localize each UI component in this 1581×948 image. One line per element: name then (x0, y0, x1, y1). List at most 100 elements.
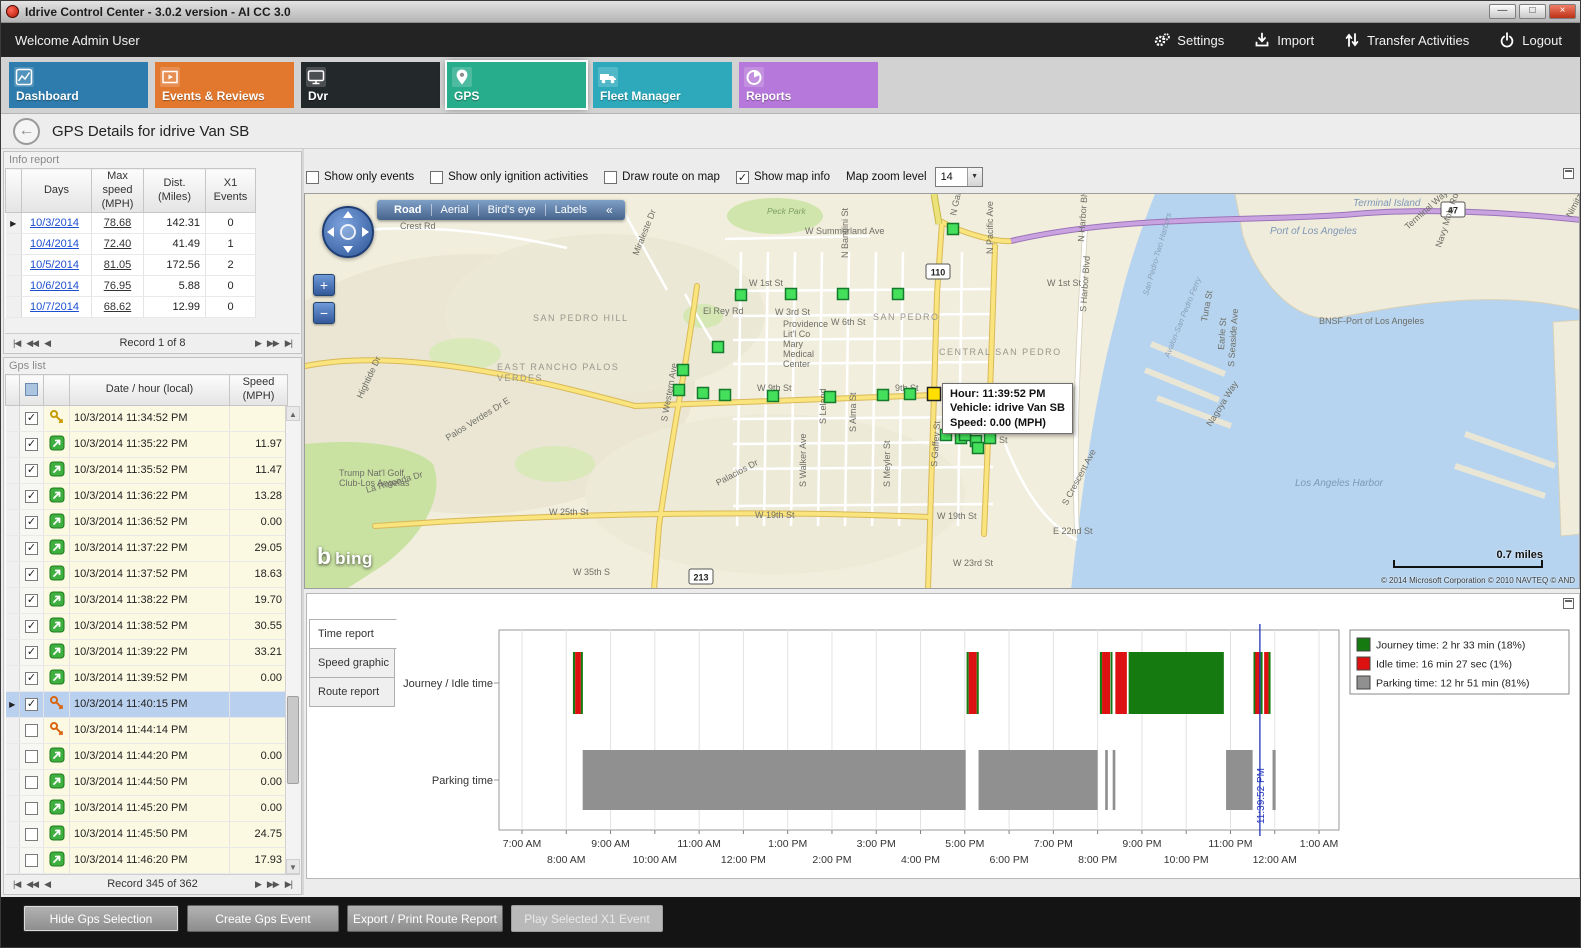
list-item[interactable]: ✓10/3/2014 11:35:22 PM11.97 (6, 431, 288, 457)
map-zoom-in-button[interactable]: + (313, 274, 335, 296)
row-checkbox[interactable] (25, 724, 38, 737)
dropdown-arrow-icon[interactable]: ▼ (967, 168, 982, 186)
action-logout[interactable]: Logout (1499, 32, 1562, 48)
map-zoom-out-button[interactable]: − (313, 302, 335, 324)
list-item[interactable]: ✓10/3/2014 11:39:22 PM33.21 (6, 639, 288, 665)
table-row[interactable]: 10/6/201476.955.880 (6, 276, 256, 297)
table-row[interactable]: 10/7/201468.6212.990 (6, 297, 256, 318)
gps-marker[interactable] (838, 289, 849, 300)
row-checkbox[interactable]: ✓ (25, 464, 38, 477)
compass-center[interactable] (340, 224, 356, 240)
fast-prev-button[interactable]: ◀◀ (26, 879, 38, 889)
nav-tab-events-reviews[interactable]: Events & Reviews (155, 62, 294, 108)
prev-page-button[interactable]: ◀ (44, 879, 50, 889)
nav-tab-dvr[interactable]: Dvr (301, 62, 440, 108)
date-link[interactable]: 10/4/2014 (30, 238, 79, 250)
map-option-checkbox[interactable] (430, 171, 443, 184)
row-checkbox[interactable]: ✓ (25, 646, 38, 659)
gps-marker[interactable] (878, 390, 889, 401)
date-link[interactable]: 10/5/2014 (30, 259, 79, 271)
list-item[interactable]: ▶✓10/3/2014 11:40:15 PM (6, 691, 288, 717)
map-view-road[interactable]: Road (385, 204, 431, 216)
column-header[interactable]: X1 Events (206, 169, 256, 213)
list-item[interactable]: 10/3/2014 11:46:20 PM17.93 (6, 847, 288, 873)
list-item[interactable]: 10/3/2014 11:44:20 PM0.00 (6, 743, 288, 769)
fast-next-button[interactable]: ▶▶ (267, 338, 279, 348)
list-item[interactable]: ✓10/3/2014 11:39:52 PM0.00 (6, 665, 288, 691)
date-link[interactable]: 10/7/2014 (30, 301, 79, 313)
fast-next-button[interactable]: ▶▶ (267, 879, 279, 889)
max-speed-link[interactable]: 68.62 (92, 301, 143, 313)
tab-route-report[interactable]: Route report (309, 677, 395, 707)
map-compass-control[interactable] (322, 206, 374, 258)
next-page-button[interactable]: ▶ (255, 879, 261, 889)
map-maximize-icon[interactable] (1563, 168, 1574, 179)
collapse-navbar-icon[interactable]: « (596, 203, 617, 217)
date-link[interactable]: 10/6/2014 (30, 280, 79, 292)
list-item[interactable]: ✓10/3/2014 11:37:22 PM29.05 (6, 535, 288, 561)
list-item[interactable]: ✓10/3/2014 11:36:52 PM0.00 (6, 509, 288, 535)
row-checkbox[interactable]: ✓ (25, 620, 38, 633)
gps-list-scrollbar[interactable]: ▲ ▼ (285, 406, 300, 874)
first-page-button[interactable]: |◀ (13, 879, 20, 889)
map-labels-toggle[interactable]: Labels (546, 204, 596, 216)
action-settings[interactable]: Settings (1154, 32, 1224, 48)
column-header[interactable]: Date / hour (local) (70, 375, 230, 406)
row-checkbox[interactable] (25, 828, 38, 841)
export-print-route-report-button[interactable]: Export / Print Route Report (347, 905, 503, 932)
gps-marker[interactable] (720, 390, 731, 401)
nav-tab-fleet-manager[interactable]: Fleet Manager (593, 62, 732, 108)
nav-tab-reports[interactable]: Reports (739, 62, 878, 108)
row-checkbox[interactable]: ✓ (25, 568, 38, 581)
table-row[interactable]: 10/4/201472.4041.491 (6, 234, 256, 255)
row-checkbox[interactable] (25, 802, 38, 815)
row-checkbox[interactable]: ✓ (25, 490, 38, 503)
max-speed-link[interactable]: 76.95 (92, 280, 143, 292)
gps-marker[interactable] (786, 289, 797, 300)
minimize-button[interactable]: — (1489, 4, 1516, 19)
action-import[interactable]: Import (1254, 32, 1314, 48)
column-header[interactable]: Maxspeed(MPH) (92, 169, 144, 213)
select-all-checkbox[interactable] (25, 383, 38, 396)
map-view-aerial[interactable]: Aerial (432, 204, 478, 216)
scroll-down-button[interactable]: ▼ (286, 859, 300, 874)
row-checkbox[interactable] (25, 750, 38, 763)
list-item[interactable]: ✓10/3/2014 11:35:52 PM11.47 (6, 457, 288, 483)
last-page-button[interactable]: ▶| (285, 879, 292, 889)
list-item[interactable]: 10/3/2014 11:44:50 PM0.00 (6, 769, 288, 795)
last-page-button[interactable]: ▶| (285, 338, 292, 348)
table-row[interactable]: 10/5/201481.05172.562 (6, 255, 256, 276)
chart-maximize-icon[interactable] (1563, 598, 1574, 609)
gps-marker[interactable] (825, 392, 836, 403)
pan-east-icon[interactable] (362, 227, 369, 237)
list-item[interactable]: 10/3/2014 11:44:14 PM (6, 717, 288, 743)
max-speed-link[interactable]: 81.05 (92, 259, 143, 271)
scroll-up-button[interactable]: ▲ (286, 406, 300, 421)
bing-map[interactable]: 11021347Crest RdPeck ParkW Summerland Av… (304, 193, 1580, 589)
prev-page-button[interactable]: ◀ (44, 338, 50, 348)
column-header[interactable]: Speed(MPH) (230, 375, 288, 406)
nav-tab-gps[interactable]: GPS (447, 62, 586, 108)
map-option-checkbox[interactable] (604, 171, 617, 184)
gps-marker[interactable] (948, 224, 959, 235)
gps-marker[interactable] (973, 443, 984, 454)
list-item[interactable]: ✓10/3/2014 11:37:52 PM18.63 (6, 561, 288, 587)
row-checkbox[interactable]: ✓ (25, 412, 38, 425)
scroll-thumb[interactable] (287, 696, 299, 784)
row-checkbox[interactable]: ✓ (25, 698, 38, 711)
gps-marker[interactable] (736, 290, 747, 301)
map-option-checkbox[interactable] (306, 171, 319, 184)
list-item[interactable]: ✓10/3/2014 11:38:52 PM30.55 (6, 613, 288, 639)
row-checkbox[interactable]: ✓ (25, 438, 38, 451)
table-row[interactable]: ▶10/3/201478.68142.310 (6, 213, 256, 234)
list-item[interactable]: ✓10/3/2014 11:38:22 PM19.70 (6, 587, 288, 613)
list-item[interactable]: 10/3/2014 11:45:20 PM0.00 (6, 795, 288, 821)
column-header[interactable]: Dist.(Miles) (144, 169, 206, 213)
list-item[interactable]: 10/3/2014 11:45:50 PM24.75 (6, 821, 288, 847)
list-item[interactable]: ✓10/3/2014 11:36:22 PM13.28 (6, 483, 288, 509)
row-checkbox[interactable] (25, 854, 38, 867)
gps-marker[interactable] (678, 365, 689, 376)
close-button[interactable]: × (1549, 4, 1576, 19)
gps-marker[interactable] (713, 342, 724, 353)
action-transfer-activities[interactable]: Transfer Activities (1344, 32, 1469, 48)
